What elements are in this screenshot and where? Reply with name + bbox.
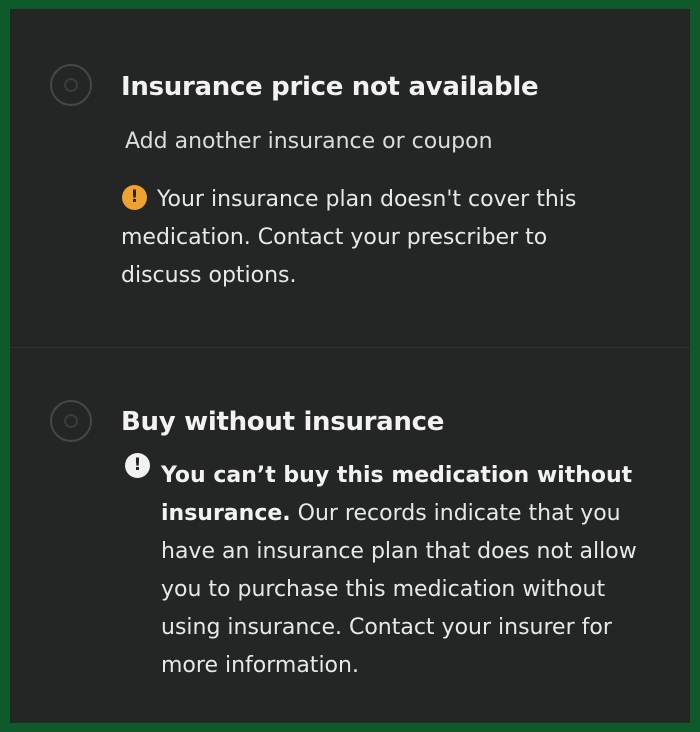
alert-line: you to purchase this medication without (161, 577, 606, 602)
alert-heading-end: insurance. (161, 501, 291, 526)
warning-line: discuss options. (121, 263, 297, 288)
radio-indicator (64, 78, 78, 92)
option-title: Buy without insurance (121, 407, 445, 437)
warning-line: Your insurance plan doesn't cover this (157, 187, 577, 212)
alert-line: more information. (161, 653, 359, 678)
option-insurance-price[interactable]: Insurance price not available Add anothe… (10, 9, 690, 347)
radio-insurance-price[interactable] (50, 64, 92, 106)
alert-heading: You can’t buy this medication without (161, 463, 633, 488)
info-alert-icon: ! (125, 453, 150, 478)
no-cash-purchase-message: You can’t buy this medication without in… (161, 457, 681, 685)
coverage-warning-message: Your insurance plan doesn't cover this m… (121, 181, 681, 295)
radio-indicator (64, 414, 78, 428)
option-buy-without-insurance[interactable]: Buy without insurance ! You can’t buy th… (10, 348, 690, 723)
add-insurance-or-coupon-link[interactable]: Add another insurance or coupon (125, 128, 493, 156)
alert-line: have an insurance plan that does not all… (161, 539, 637, 564)
alert-text: Our records indicate that you (290, 501, 621, 526)
alert-line: using insurance. Contact your insurer fo… (161, 615, 612, 640)
insurance-options-panel: Insurance price not available Add anothe… (10, 9, 690, 723)
warning-line: medication. Contact your prescriber to (121, 225, 548, 250)
option-title: Insurance price not available (121, 72, 539, 102)
radio-buy-without-insurance[interactable] (50, 400, 92, 442)
